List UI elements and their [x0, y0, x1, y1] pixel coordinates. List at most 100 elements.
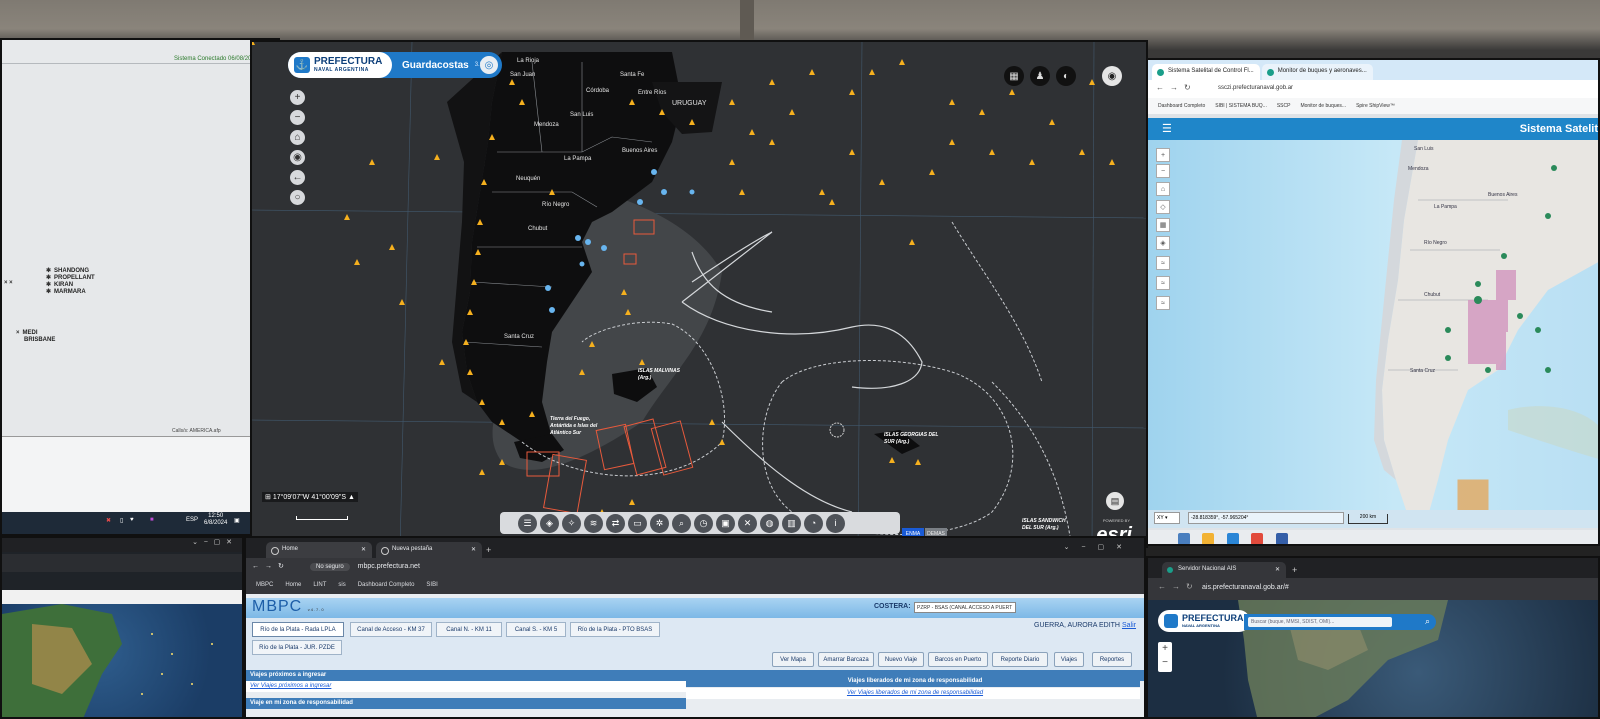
tray-icon[interactable]: ▯ [120, 517, 123, 524]
compass-icon[interactable]: ◷ [694, 513, 713, 533]
chrome-icon[interactable] [1251, 533, 1264, 544]
globe-tool-icon[interactable]: ◍ [760, 513, 779, 533]
bookmark[interactable]: Dashboard Completo [358, 582, 415, 594]
tool-icon[interactable]: ≈ [1156, 276, 1170, 290]
link-liberados[interactable]: Ver Viajes liberados de mi zona de respo… [686, 688, 1140, 699]
taskbar-app-icon[interactable] [1178, 533, 1190, 544]
viajes-button[interactable]: Viajes [1054, 652, 1084, 667]
locate-icon[interactable]: ◉ [290, 150, 305, 165]
logout-link[interactable]: Salir [1122, 622, 1136, 629]
address-bar[interactable]: ←→↻ No seguro mbpc.prefectura.net [246, 558, 1144, 578]
stack-icon[interactable]: ≋ [584, 513, 603, 533]
tab-monitor-buques[interactable]: Monitor de buques y aeronaves... [1261, 64, 1373, 80]
taskbar-clock[interactable]: 12:50 6/8/2024 [204, 513, 227, 527]
edge-icon[interactable] [1226, 533, 1239, 544]
zoom-out-icon[interactable]: − [1158, 656, 1172, 670]
compass-icon[interactable]: ◇ [1156, 200, 1170, 214]
route-icon[interactable]: ⇄ [606, 513, 625, 533]
bookmark[interactable]: Dashboard Completo [1158, 103, 1205, 114]
close-icon[interactable]: ✕ [471, 546, 476, 553]
new-tab-icon[interactable]: + [1286, 565, 1297, 578]
zoom-out-icon[interactable]: − [290, 110, 305, 125]
list-icon[interactable]: ☰ [518, 513, 537, 533]
address-bar[interactable]: ←→↻ ssczi.prefecturanaval.gob.ar [1148, 80, 1598, 98]
bookmark[interactable]: SIBI | SISTEMA BUQ... [1215, 103, 1267, 114]
document-icon[interactable]: ▤ [1106, 492, 1124, 510]
bookmark[interactable]: SSCP [1277, 103, 1291, 114]
bookmark[interactable]: Home [285, 582, 301, 594]
costera-select[interactable]: PZRP - BSAS (CANAL ACCESO A PUERT [914, 602, 1016, 613]
folder-icon[interactable] [1202, 533, 1215, 544]
bookmark[interactable]: LINT [313, 582, 326, 594]
ship-list-bottom[interactable]: × MEDI BRISBANE [16, 330, 55, 344]
search-icon[interactable]: ⌕ [672, 513, 691, 533]
home-icon[interactable]: ⌂ [1156, 182, 1170, 196]
south-atlantic-map[interactable] [252, 42, 1148, 548]
nuevo-viaje-button[interactable]: Nuevo Viaje [878, 652, 924, 667]
satellite-icon[interactable]: ✧ [562, 513, 581, 533]
zoom-in-icon[interactable]: + [1158, 642, 1172, 656]
zoom-out-icon[interactable]: − [1156, 164, 1170, 178]
zone-button[interactable]: Río de la Plata - JUR. PZDE [252, 640, 342, 655]
zone-button[interactable]: Río de la Plata - PTO BSAS [570, 622, 660, 637]
vessel-map-white[interactable]: × × ✱ SHANDONG ✱ PROPELLANT ✱ KIRAN ✱ MARMAR… [2, 64, 278, 436]
bookmark[interactable]: Monitor de buques... [1300, 103, 1346, 114]
folder-icon[interactable]: ▭ [628, 513, 647, 533]
tab-home[interactable]: Home ✕ [266, 542, 372, 558]
layers-icon[interactable]: ◈ [540, 513, 559, 533]
zone-button[interactable]: Canal de Acceso - KM 37 [350, 622, 432, 637]
link-proximos[interactable]: Ver Viajes próximos a ingresar [246, 681, 686, 692]
bookmark[interactable]: SIBI [426, 582, 437, 594]
search-icon[interactable]: ⌕ [1425, 616, 1430, 627]
earth-map[interactable] [2, 604, 242, 717]
back-arrow-icon[interactable]: ← [290, 170, 305, 185]
ship-marker-icon[interactable]: × × [4, 280, 16, 287]
circle-icon[interactable]: ○ [290, 190, 305, 205]
nav-buttons-icon[interactable]: ←→↻ [252, 562, 290, 570]
tab-ais[interactable]: Servidor Nacional AIS ✕ [1162, 562, 1286, 578]
zoom-in-icon[interactable]: + [1156, 148, 1170, 162]
window-controls-icon[interactable]: ⌄ − ▢ ✕ [2, 538, 242, 552]
notification-icon[interactable]: ▣ [234, 517, 240, 524]
close-icon[interactable]: ✕ [1275, 566, 1280, 573]
layers-icon[interactable]: ◈ [1156, 236, 1170, 250]
chart-icon[interactable]: ▥ [782, 513, 801, 533]
settings-icon[interactable]: ✲ [650, 513, 669, 533]
not-secure-badge[interactable]: No seguro [310, 563, 350, 571]
home-icon[interactable]: ⌂ [290, 130, 305, 145]
tray-icon[interactable]: ♥ [130, 517, 134, 523]
reportes-button[interactable]: Reportes [1092, 652, 1132, 667]
bell-icon[interactable]: ♟ [1030, 66, 1050, 86]
app-icon[interactable] [1275, 533, 1288, 544]
tool-icon[interactable]: ≈ [1156, 256, 1170, 270]
close-icon[interactable]: ✕ [361, 546, 366, 553]
tool-icon[interactable]: ≈ [1156, 296, 1170, 310]
nav-buttons-icon[interactable]: ←→↻ [1158, 582, 1199, 591]
hamburger-icon[interactable]: ☰ [1162, 122, 1172, 135]
nav-buttons-icon[interactable]: ←→↻ [1156, 83, 1197, 92]
new-tab-icon[interactable]: + [486, 545, 491, 558]
barcos-en-puerto-button[interactable]: Barcos en Puerto [928, 652, 988, 667]
globe-icon[interactable]: ◎ [480, 56, 498, 74]
language-indicator[interactable]: ESP [186, 517, 198, 523]
tab-nueva[interactable]: Nueva pestaña ✕ [376, 542, 482, 558]
tray-icon[interactable]: ■ [150, 517, 154, 523]
address-bar[interactable]: ←→↻ ais.prefecturanaval.gob.ar/# [1148, 578, 1598, 600]
clock-icon[interactable]: ◔ [804, 513, 823, 533]
zoom-in-icon[interactable]: + [290, 90, 305, 105]
zone-button[interactable]: Canal N. - KM 11 [436, 622, 502, 637]
tab-satelital[interactable]: Sistema Satelital de Control Fl... [1152, 64, 1260, 80]
ais-search-input[interactable]: Buscar (buque, MMSI, SDIST, OMI)... [1248, 617, 1392, 627]
reporte-diario-button[interactable]: Reporte Diario [992, 652, 1048, 667]
bookmark[interactable]: sis [338, 582, 345, 594]
tray-icon[interactable]: ✖ [106, 517, 111, 524]
address-bar[interactable] [2, 554, 242, 572]
bookmark[interactable]: MBPC [256, 582, 273, 594]
info-icon[interactable]: i [826, 513, 845, 533]
image-icon[interactable]: ▣ [716, 513, 735, 533]
window-controls-icon[interactable]: ⌄−▢✕ [1064, 543, 1134, 551]
grid-icon[interactable]: ▦ [1156, 218, 1170, 232]
ver-mapa-button[interactable]: Ver Mapa [772, 652, 814, 667]
eye-icon[interactable]: ◉ [1102, 66, 1122, 86]
tools-icon[interactable]: ✕ [738, 513, 757, 533]
